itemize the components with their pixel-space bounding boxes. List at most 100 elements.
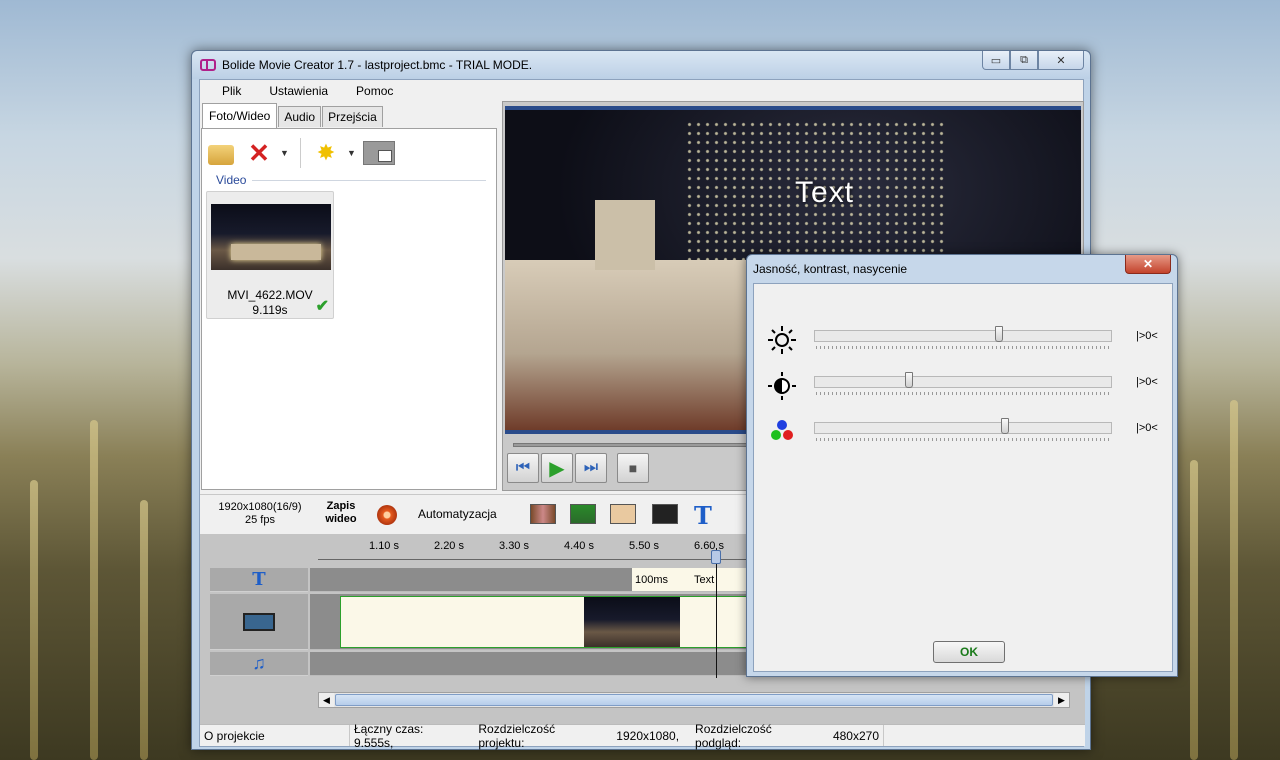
status-total-time: Łączny czas: 9.555s, — [354, 721, 424, 750]
play-button[interactable]: ▶ — [541, 453, 573, 483]
toolbar-separator — [300, 138, 301, 168]
contrast-ticks — [816, 392, 1110, 395]
saturation-icon — [771, 420, 793, 440]
film-strip-icon — [243, 612, 275, 631]
contrast-row: |>0< — [754, 368, 1174, 404]
transition-icon[interactable] — [570, 504, 596, 524]
status-about[interactable]: O projekcie — [200, 725, 350, 746]
image-icon[interactable] — [610, 504, 636, 524]
music-note-icon: ♫ — [252, 653, 266, 673]
section-divider — [252, 180, 486, 181]
split-clip-icon[interactable] — [530, 504, 556, 524]
saturation-ticks — [816, 438, 1110, 441]
tick-label: 1.10 s — [369, 540, 399, 552]
adjust-dialog: Jasność, kontrast, nasycenie ✕ |>0< |>0<… — [746, 254, 1178, 677]
tab-foto-wideo[interactable]: Foto/Wideo — [202, 103, 278, 128]
stop-button[interactable]: ■ — [617, 453, 649, 483]
delete-icon[interactable]: ✕ — [244, 139, 274, 167]
status-bar: O projekcie Łączny czas: 9.555s, Rozdzie… — [200, 722, 1085, 750]
add-files-button[interactable] — [208, 139, 238, 167]
saturation-slider-thumb[interactable] — [1000, 418, 1009, 434]
audio-track-header: ♫ — [210, 652, 308, 676]
status-preview-res: 480x270 — [832, 728, 879, 743]
automation-button[interactable]: Automatyzacja — [418, 507, 497, 521]
media-toolbar: ✕ ▼ ✸ ▼ — [208, 137, 395, 169]
fps-text: 25 fps — [245, 514, 275, 526]
brightness-slider-thumb[interactable] — [994, 326, 1003, 342]
scroll-right-icon[interactable]: ▶ — [1054, 693, 1069, 707]
tick-label: 2.20 s — [434, 540, 464, 552]
contrast-value: |>0< — [1136, 376, 1158, 388]
close-button[interactable]: ✕ — [1038, 51, 1084, 70]
text-clip[interactable]: 100ms Text — [632, 568, 752, 591]
text-tool-icon[interactable]: T — [694, 501, 712, 530]
dialog-title: Jasność, kontrast, nasycenie — [753, 262, 908, 276]
delete-dropdown-icon[interactable]: ▼ — [280, 148, 290, 158]
window-title: Bolide Movie Creator 1.7 - lastproject.b… — [222, 58, 533, 72]
scrollbar-thumb[interactable] — [335, 694, 1053, 706]
tick-label: 4.40 s — [564, 540, 594, 552]
playhead-handle[interactable] — [711, 550, 721, 564]
status-info: Łączny czas: 9.555s, Rozdzielczość proje… — [350, 722, 884, 750]
playback-controls: ⏮ ▶ ⏭ ■ — [507, 453, 649, 483]
record-label-line1: Zapis — [326, 500, 356, 512]
menu-plik[interactable]: Plik — [222, 84, 263, 98]
brightness-slider[interactable] — [814, 330, 1112, 342]
preview-building — [505, 200, 765, 430]
media-thumbnail — [211, 204, 331, 270]
app-icon — [200, 59, 216, 71]
dialog-close-button[interactable]: ✕ — [1125, 255, 1171, 274]
resolution-info[interactable]: 1920x1080(16/9) 25 fps — [208, 501, 312, 527]
contrast-slider[interactable] — [814, 376, 1112, 388]
text-clip-label: Text — [694, 574, 715, 586]
skip-forward-button[interactable]: ⏭ — [575, 453, 607, 483]
saturation-slider[interactable] — [814, 422, 1112, 434]
record-icon[interactable] — [377, 505, 397, 525]
status-project-res: 1920x1080, — [616, 728, 680, 743]
scroll-left-icon[interactable]: ◀ — [319, 693, 334, 707]
effects-icon[interactable]: ✸ — [311, 139, 341, 167]
effects-dropdown-icon[interactable]: ▼ — [347, 148, 357, 158]
record-video-button[interactable]: Zapis wideo — [318, 500, 364, 526]
menu-ustawienia[interactable]: Ustawienia — [263, 84, 350, 98]
video-clip[interactable] — [340, 596, 760, 648]
overlay-text: Text — [795, 176, 855, 209]
ok-button[interactable]: OK — [933, 641, 1005, 663]
menu-pomoc[interactable]: Pomoc — [350, 84, 415, 98]
saturation-value: |>0< — [1136, 422, 1158, 434]
contrast-icon — [768, 372, 796, 400]
playhead-line — [716, 548, 717, 678]
skip-back-button[interactable]: ⏮ — [507, 453, 539, 483]
tab-audio[interactable]: Audio — [278, 106, 322, 127]
media-filename: MVI_4622.MOV — [227, 288, 313, 302]
resolution-text: 1920x1080(16/9) — [218, 501, 302, 513]
menu-bar: Plik Ustawienia Pomoc — [200, 80, 1083, 101]
tab-przejscia[interactable]: Przejścia — [322, 106, 383, 127]
blank-slide-icon[interactable] — [363, 141, 395, 165]
video-track-header — [210, 594, 308, 650]
media-duration: 9.119s — [252, 303, 288, 317]
brightness-ticks — [816, 346, 1110, 349]
maximize-button[interactable]: ⧉ — [1010, 51, 1038, 70]
dialog-client: |>0< |>0< |>0< OK — [753, 283, 1173, 672]
brightness-value: |>0< — [1136, 330, 1158, 342]
status-preview-res-label: Rozdzielczość podgląd: — [695, 721, 772, 750]
tick-label: 3.30 s — [499, 540, 529, 552]
media-item[interactable]: MVI_4622.MOV 9.119s ✔ — [206, 191, 334, 319]
text-clip-duration: 100ms — [635, 574, 669, 586]
brightness-row: |>0< — [754, 322, 1174, 358]
video-frame-icon[interactable] — [652, 504, 678, 524]
folder-icon — [208, 145, 234, 165]
seek-bar[interactable] — [513, 443, 753, 447]
section-label-video: Video — [216, 173, 247, 187]
minimize-button[interactable]: ▭ — [982, 51, 1010, 70]
tick-label: 5.50 s — [629, 540, 659, 552]
video-clip-thumbnail — [584, 597, 680, 647]
saturation-row: |>0< — [754, 414, 1174, 450]
contrast-slider-thumb[interactable] — [905, 372, 914, 388]
timeline-scrollbar[interactable]: ◀ ▶ — [318, 692, 1070, 708]
title-bar: Bolide Movie Creator 1.7 - lastproject.b… — [192, 51, 1090, 79]
text-track-header: T — [210, 568, 308, 592]
brightness-icon — [768, 326, 796, 354]
media-tabs: Foto/Wideo Audio Przejścia — [202, 102, 384, 128]
